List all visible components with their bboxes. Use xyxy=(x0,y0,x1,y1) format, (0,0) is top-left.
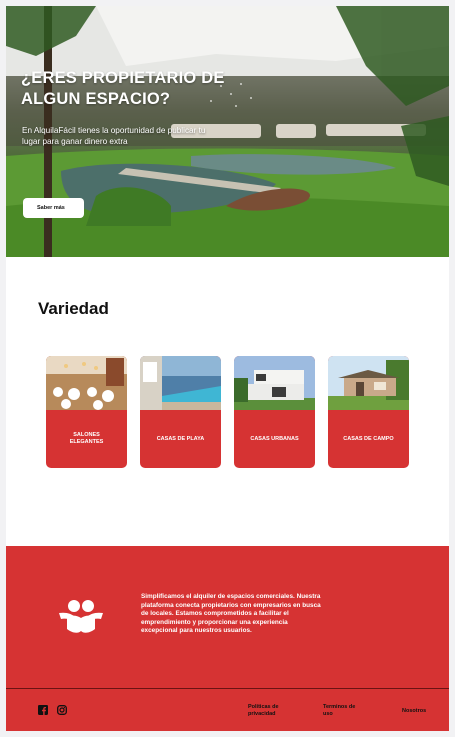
hero-title: ¿ERES PROPIETARIO DE ALGUN ESPACIO? xyxy=(21,69,225,108)
card-label: CASAS DE CAMPO xyxy=(343,435,394,442)
card-image-salon xyxy=(46,356,127,410)
card-salones-elegantes[interactable]: SALONES ELEGANTES xyxy=(46,356,127,468)
card-casas-de-playa[interactable]: CASAS DE PLAYA xyxy=(140,356,221,468)
handshake-people-icon xyxy=(59,600,103,633)
about-section: Simplificamos el alquiler de espacios co… xyxy=(6,546,449,688)
learn-more-button[interactable]: Saber más xyxy=(23,198,84,218)
footer-link-privacy[interactable]: Políticas de privacidad xyxy=(248,704,290,717)
footer: Políticas de privacidad Terminos de uso … xyxy=(6,688,449,731)
footer-link-about[interactable]: Nosotros xyxy=(402,708,426,715)
card-label: CASAS URBANAS xyxy=(250,435,299,442)
card-label: CASAS DE PLAYA xyxy=(156,435,205,442)
card-casas-de-campo[interactable]: CASAS DE CAMPO xyxy=(328,356,409,468)
card-casas-urbanas[interactable]: CASAS URBANAS xyxy=(234,356,315,468)
instagram-icon[interactable] xyxy=(57,705,67,715)
card-image-urbana xyxy=(234,356,315,410)
facebook-icon[interactable] xyxy=(38,705,48,715)
card-image-playa xyxy=(140,356,221,410)
hero-banner: ¿ERES PROPIETARIO DE ALGUN ESPACIO? En A… xyxy=(6,6,449,257)
footer-link-terms[interactable]: Terminos de uso xyxy=(323,704,365,717)
hero-subtitle: En AlquilaFácil tienes la oportunidad de… xyxy=(22,126,206,146)
section-title-variety: Variedad xyxy=(38,299,109,318)
page: ¿ERES PROPIETARIO DE ALGUN ESPACIO? En A… xyxy=(6,6,449,731)
card-label: SALONES ELEGANTES xyxy=(69,432,104,445)
card-image-campo xyxy=(328,356,409,410)
about-text: Simplificamos el alquiler de espacios co… xyxy=(141,593,321,635)
